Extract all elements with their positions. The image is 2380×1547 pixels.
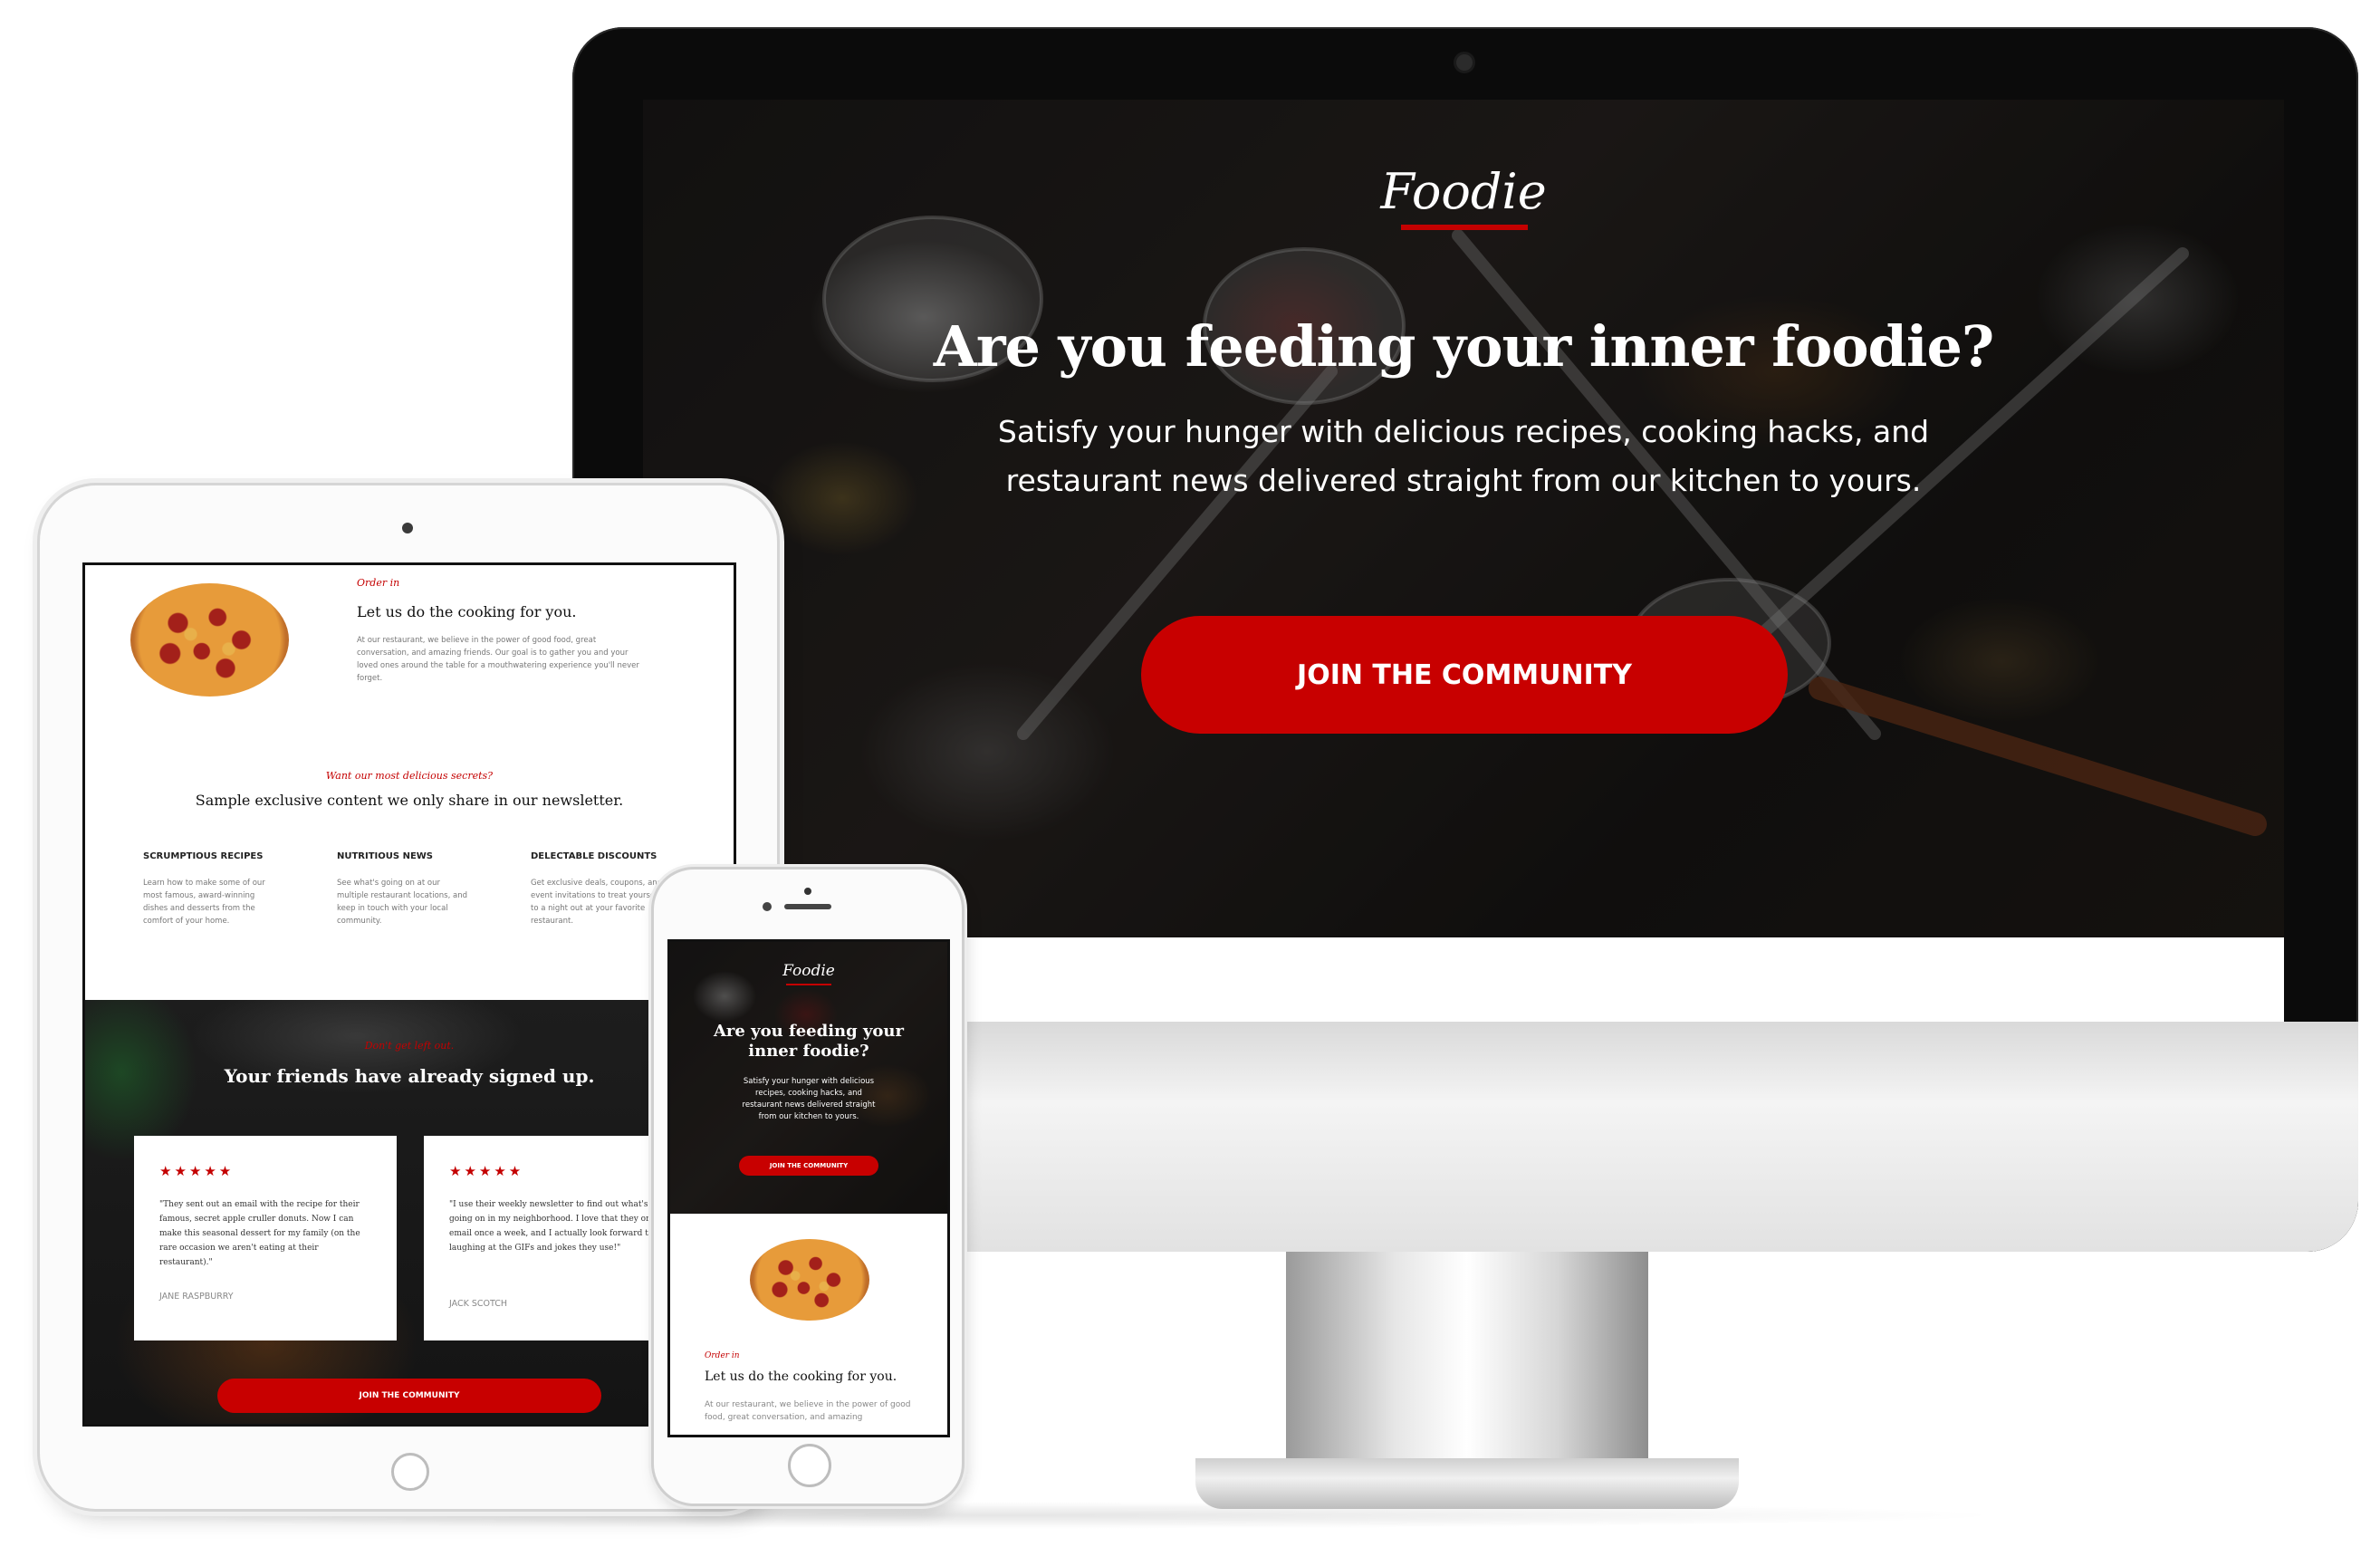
pizza-image (130, 583, 289, 697)
star-rating: ★★★★★ (159, 1163, 235, 1179)
logo-underline (786, 984, 831, 985)
column-body: Get exclusive deals, coupons, and event … (531, 879, 663, 926)
review-quote: "I use their weekly newsletter to find o… (449, 1200, 658, 1253)
order-body: At our restaurant, we believe in the pow… (705, 1400, 911, 1422)
reviewer-name: JANE RASPBURRY (159, 1292, 234, 1302)
tablet-camera (402, 523, 413, 533)
review-quote: "They sent out an email with the recipe … (159, 1200, 360, 1267)
column-body: Learn how to make some of our most famou… (143, 879, 265, 926)
join-community-button[interactable]: JOIN THE COMMUNITY (739, 1156, 878, 1176)
order-title: Let us do the cooking for you. (357, 603, 577, 620)
phone-hero: Foodie Are you feeding your inner foodie… (670, 942, 947, 1214)
column-heading: NUTRITIOUS NEWS (337, 851, 434, 861)
order-body: At our restaurant, we believe in the pow… (357, 636, 639, 683)
hero-subheadline: Satisfy your hunger with delicious recip… (997, 414, 1930, 498)
hero-headline: Are you feeding your inner foodie? (713, 1022, 905, 1061)
secrets-title: Sample exclusive content we only share i… (195, 792, 624, 809)
imac-camera (1456, 54, 1473, 71)
join-community-button[interactable]: JOIN THE COMMUNITY (1141, 616, 1788, 734)
imac-stand-base (1195, 1458, 1739, 1509)
social-eyebrow: Don't get left out. (364, 1040, 455, 1052)
review-card: ★★★★★ "I use their weekly newsletter to … (424, 1136, 686, 1340)
column-body: See what's going on at our multiple rest… (337, 879, 467, 926)
order-title: Let us do the cooking for you. (705, 1369, 897, 1384)
column-heading: SCRUMPTIOUS RECIPES (143, 851, 264, 861)
phone-sensor (804, 888, 811, 895)
logo-underline (1401, 225, 1528, 230)
phone-screen: Foodie Are you feeding your inner foodie… (670, 942, 947, 1435)
tablet-home-button (391, 1453, 429, 1491)
phone-camera (763, 902, 772, 911)
order-eyebrow: Order in (705, 1351, 740, 1360)
order-eyebrow: Order in (357, 577, 400, 589)
tablet-screen: Order in Let us do the cooking for you. … (85, 565, 734, 1424)
review-card: ★★★★★ "They sent out an email with the r… (134, 1136, 397, 1340)
hero-subheadline: Satisfy your hunger with delicious recip… (742, 1077, 876, 1121)
phone-home-button (788, 1444, 831, 1487)
imac-stand-neck (1286, 1252, 1648, 1478)
foodie-logo[interactable]: Foodie (643, 163, 2284, 220)
social-title: Your friends have already signed up. (224, 1065, 595, 1087)
foodie-logo[interactable]: Foodie (670, 962, 947, 980)
desktop-hero: Foodie Are you feeding your inner foodie… (643, 100, 2284, 937)
star-rating: ★★★★★ (449, 1163, 524, 1179)
column-heading: DELECTABLE DISCOUNTS (531, 851, 657, 861)
social-proof-section: Don't get left out. Your friends have al… (85, 1000, 734, 1424)
pizza-image (750, 1239, 869, 1321)
secrets-eyebrow: Want our most delicious secrets? (325, 770, 494, 782)
phone-speaker (784, 904, 831, 909)
reviewer-name: JACK SCOTCH (449, 1299, 508, 1309)
hero-headline: Are you feeding your inner foodie? (933, 313, 1995, 380)
join-community-button[interactable]: JOIN THE COMMUNITY (217, 1379, 601, 1413)
